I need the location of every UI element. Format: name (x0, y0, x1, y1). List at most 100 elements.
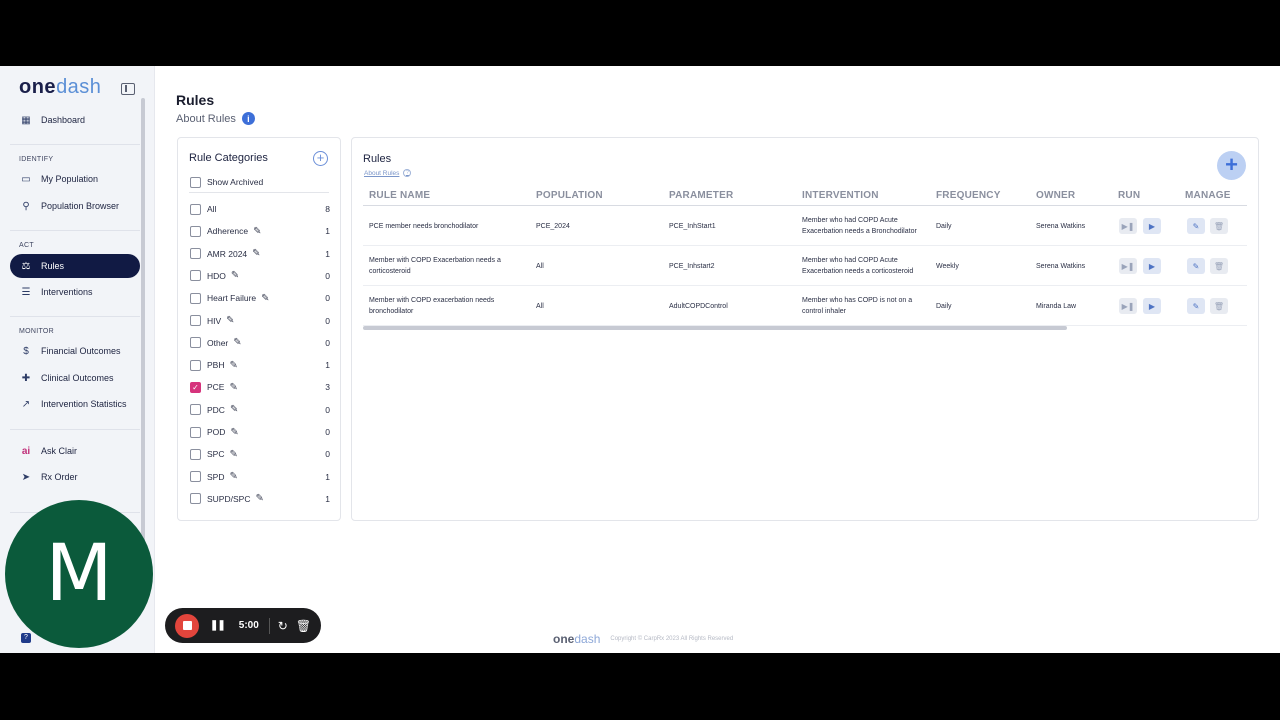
add-rule-button[interactable]: + (1217, 151, 1246, 180)
pencil-icon[interactable]: ✎ (230, 404, 238, 415)
category-item[interactable]: SUPD/SPC ✎ 1 (190, 492, 330, 506)
pencil-icon[interactable]: ✎ (261, 293, 269, 304)
category-item[interactable]: HDO ✎ 0 (190, 269, 330, 283)
sidebar-item-rx-order[interactable]: ➤ Rx Order (10, 465, 140, 489)
checkbox[interactable] (190, 176, 201, 188)
category-item[interactable]: HIV ✎ 0 (190, 314, 330, 328)
checkbox[interactable] (190, 292, 201, 304)
category-item[interactable]: PBH ✎ 1 (190, 358, 330, 372)
column-header-frequency[interactable]: FREQUENCY (936, 190, 1001, 201)
grid-icon: ▦ (21, 114, 31, 126)
delete-rule-button[interactable]: 🗑 (1210, 298, 1228, 314)
category-label: Other (207, 337, 229, 348)
add-category-icon[interactable]: + (313, 151, 328, 166)
sidebar-item-dashboard[interactable]: ▦ Dashboard (10, 108, 140, 132)
rules-about-link[interactable]: About Rules ? (364, 169, 412, 177)
category-count: 1 (325, 248, 330, 259)
pencil-icon[interactable]: ✎ (230, 427, 238, 438)
pencil-icon[interactable]: ✎ (229, 471, 237, 482)
footer-copyright: Copyright © CarpRx 2023 All Rights Reser… (610, 636, 734, 642)
checkbox[interactable]: ✓ (190, 381, 201, 393)
run-button[interactable]: ▶ (1143, 298, 1161, 314)
sidebar-item-clinical-outcomes[interactable]: ✚ Clinical Outcomes (10, 366, 140, 390)
sidebar-scrollbar[interactable] (141, 98, 145, 568)
cell-intervention: Member who had COPD Acute Exacerbation n… (802, 217, 917, 235)
run-step-button[interactable]: ▶❚ (1119, 218, 1137, 234)
category-item[interactable]: POD ✎ 0 (190, 425, 330, 439)
checkbox[interactable] (190, 448, 201, 460)
run-step-button[interactable]: ▶❚ (1119, 298, 1137, 314)
checkbox[interactable] (190, 493, 201, 505)
checkbox[interactable] (190, 337, 201, 349)
category-item[interactable]: SPD ✎ 1 (190, 470, 330, 484)
info-icon[interactable]: i (241, 112, 255, 125)
checkbox[interactable] (190, 315, 201, 326)
run-step-button[interactable]: ▶❚ (1119, 258, 1137, 274)
run-button[interactable]: ▶ (1143, 218, 1161, 234)
sidebar-item-ask-clair[interactable]: ai Ask Clair (10, 439, 140, 463)
about-rules-link[interactable]: About Rules i (176, 112, 255, 125)
category-item[interactable]: Adherence ✎ 1 (190, 224, 330, 238)
checkbox[interactable] (190, 248, 201, 260)
category-item[interactable]: All 8 (190, 202, 330, 216)
run-button[interactable]: ▶ (1143, 258, 1161, 274)
ai-icon: ai (21, 445, 31, 457)
checkbox[interactable] (190, 471, 201, 483)
checkbox[interactable] (190, 359, 201, 371)
pencil-icon[interactable]: ✎ (255, 493, 263, 504)
category-item[interactable]: SPC ✎ 0 (190, 447, 330, 461)
table-horizontal-scrollbar[interactable] (363, 326, 1067, 330)
category-item[interactable]: Other ✎ 0 (190, 336, 330, 350)
edit-rule-button[interactable]: ✎ (1187, 258, 1205, 274)
pencil-icon[interactable]: ✎ (252, 248, 260, 259)
column-header-owner[interactable]: OWNER (1036, 190, 1075, 201)
category-label: POD (207, 427, 226, 437)
show-archived-checkbox[interactable]: Show Archived (190, 175, 330, 189)
info-icon[interactable]: ? (403, 169, 412, 177)
category-item[interactable]: ✓ PCE ✎ 3 (190, 380, 330, 394)
trash-icon[interactable]: 🗑 (296, 619, 311, 633)
sidebar-divider (10, 316, 140, 317)
delete-rule-button[interactable]: 🗑 (1210, 218, 1228, 234)
category-count: 1 (325, 471, 330, 482)
category-label: PBH (207, 360, 225, 371)
stop-recording-button[interactable] (175, 613, 199, 638)
pencil-icon[interactable]: ✎ (233, 337, 241, 348)
pencil-icon[interactable]: ✎ (226, 315, 234, 326)
recording-toolbar: ❚❚ 5:00 ↻ 🗑 (165, 608, 321, 643)
category-item[interactable]: AMR 2024 ✎ 1 (190, 247, 330, 261)
sidebar-item-intervention-statistics[interactable]: ↗ Intervention Statistics (10, 392, 140, 416)
sidebar-item-financial-outcomes[interactable]: $ Financial Outcomes (10, 339, 140, 363)
pencil-icon[interactable]: ✎ (229, 382, 237, 393)
column-header-parameter[interactable]: PARAMETER (669, 190, 733, 201)
sidebar-item-interventions[interactable]: ☰ Interventions (10, 280, 140, 304)
category-label: HIV (207, 315, 222, 326)
checkbox[interactable] (190, 225, 201, 237)
pencil-icon[interactable]: ✎ (231, 270, 239, 281)
edit-rule-button[interactable]: ✎ (1187, 218, 1205, 234)
checkbox[interactable] (190, 203, 201, 215)
checkbox[interactable] (190, 404, 201, 416)
sidebar-item-my-population[interactable]: ▭ My Population (10, 167, 140, 191)
collapse-sidebar-icon[interactable] (121, 83, 135, 95)
column-header-population[interactable]: POPULATION (536, 190, 603, 201)
column-header-rule-name[interactable]: RULE NAME (369, 190, 430, 201)
category-label: SPC (207, 449, 225, 460)
pause-icon[interactable]: ❚❚ (210, 620, 226, 631)
sidebar-item-population-browser[interactable]: ⚲ Population Browser (10, 194, 140, 218)
edit-rule-button[interactable]: ✎ (1187, 298, 1205, 314)
category-item[interactable]: PDC ✎ 0 (190, 403, 330, 417)
rule-categories-title: Rule Categories (189, 152, 268, 164)
sidebar-item-rules[interactable]: ⚖ Rules (10, 254, 140, 278)
restart-icon[interactable]: ↻ (278, 619, 288, 633)
checkbox[interactable] (190, 426, 201, 438)
app-logo[interactable]: onedash (19, 76, 101, 99)
delete-rule-button[interactable]: 🗑 (1210, 258, 1228, 274)
help-icon[interactable]: ? (21, 633, 31, 643)
pencil-icon[interactable]: ✎ (253, 226, 261, 237)
checkbox[interactable] (190, 270, 201, 282)
column-header-intervention[interactable]: INTERVENTION (802, 190, 879, 201)
pencil-icon[interactable]: ✎ (229, 449, 237, 460)
pencil-icon[interactable]: ✎ (229, 360, 237, 371)
category-item[interactable]: Heart Failure ✎ 0 (190, 291, 330, 305)
